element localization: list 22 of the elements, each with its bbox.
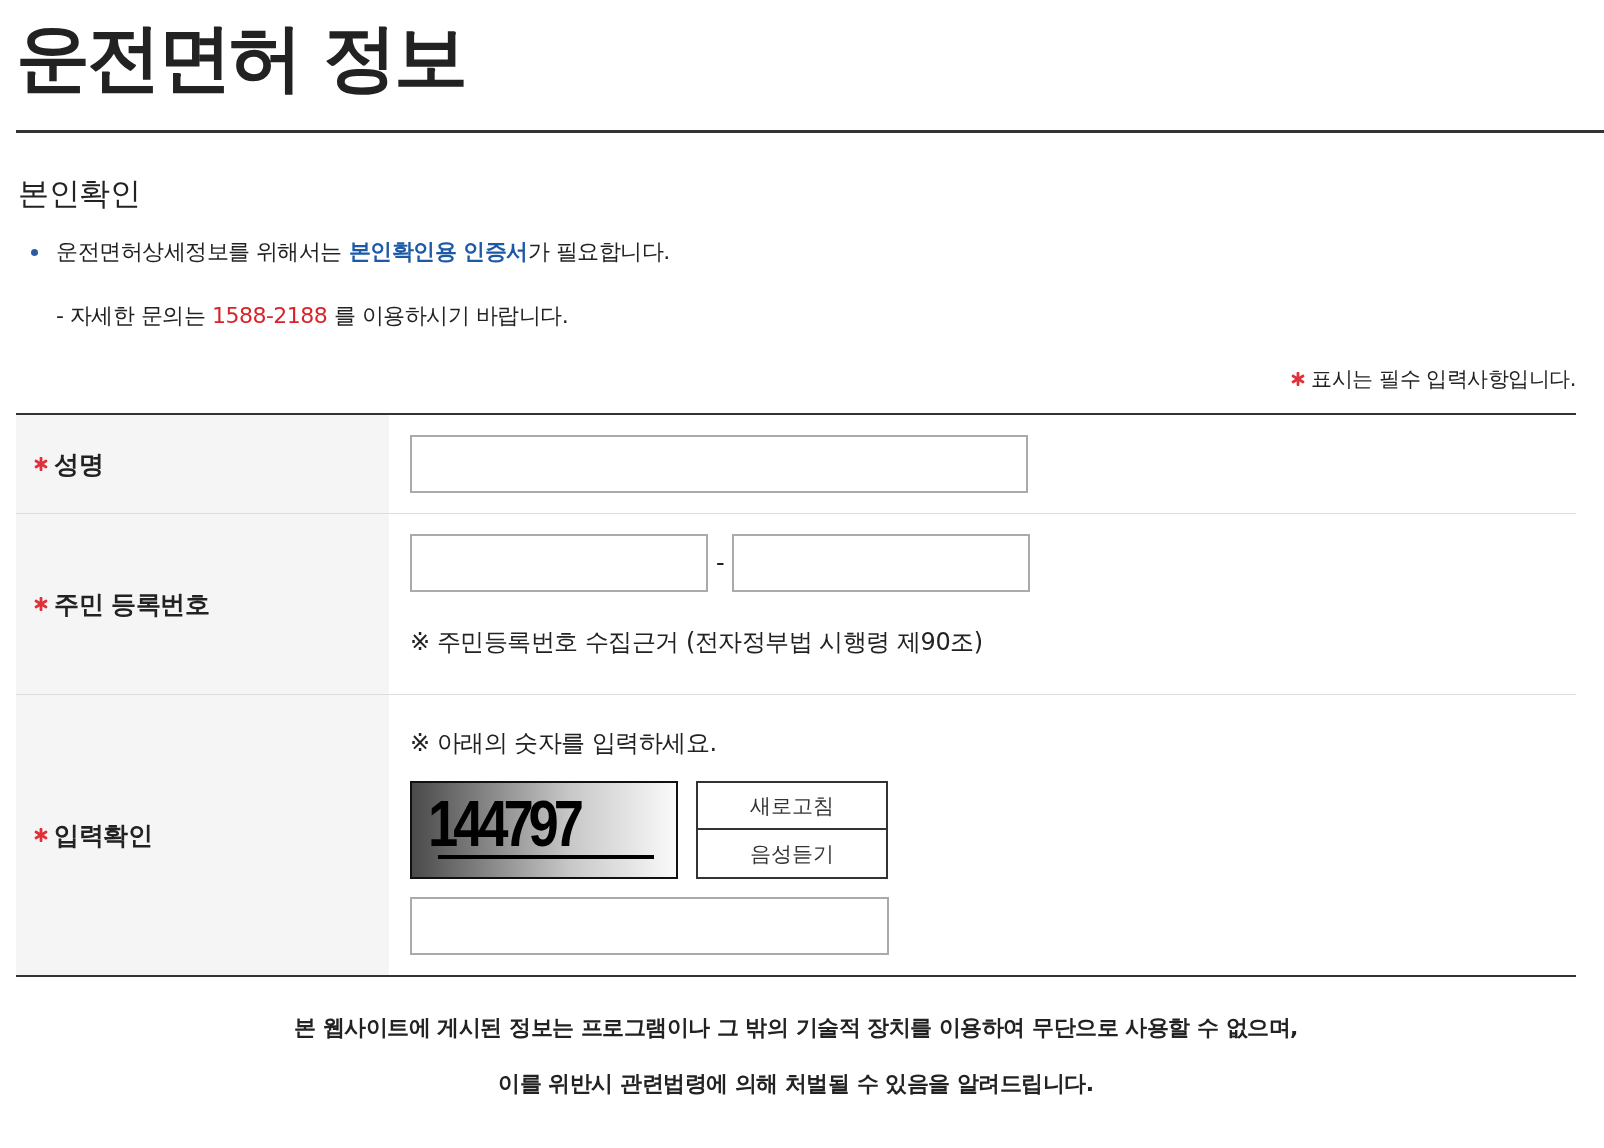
captcha-image: 144797 — [410, 781, 678, 879]
captcha-field[interactable] — [410, 897, 889, 955]
input-field[interactable] — [410, 534, 708, 592]
section-title: 본인확인 — [18, 174, 141, 213]
note-text: ※ 주민등록번호 수집근거 (전자정부법 시행령 제90조) — [410, 627, 984, 658]
field-label: 입력확인 — [54, 819, 152, 852]
required-note: 표시는 필수 입력사항입니다. — [1311, 366, 1576, 393]
contact-text: - 자세한 문의는 1588-2188 를 이용하시기 바랍니다. — [56, 302, 570, 330]
note-text: ※ 아래의 숫자를 입력하세요. — [410, 728, 718, 759]
page-title: 운전면허 정보 — [16, 13, 466, 100]
captcha-button[interactable]: 음성듣기 — [696, 830, 888, 879]
footer-text: 이를 위반시 관련법령에 의해 처벌될 수 있음을 알려드립니다. — [498, 1070, 1094, 1098]
input-field[interactable] — [732, 534, 1031, 592]
captcha-button[interactable]: 새로고침 — [696, 781, 888, 830]
asterisk-icon — [1291, 372, 1306, 386]
notice-text: 운전면허상세정보를 위해서는 본인확인용 인증서가 필요합니다. — [56, 238, 670, 266]
field-label: 주민 등록번호 — [54, 588, 210, 621]
field-label: 성명 — [54, 448, 103, 481]
footer-text: 본 웹사이트에 게시된 정보는 프로그램이나 그 밖의 기술적 장치를 이용하여 무단으로 사용할 수 없으며, — [294, 1014, 1298, 1042]
bullet-icon — [31, 248, 38, 256]
separator-text: - — [716, 549, 725, 577]
name-field[interactable] — [410, 435, 1028, 493]
